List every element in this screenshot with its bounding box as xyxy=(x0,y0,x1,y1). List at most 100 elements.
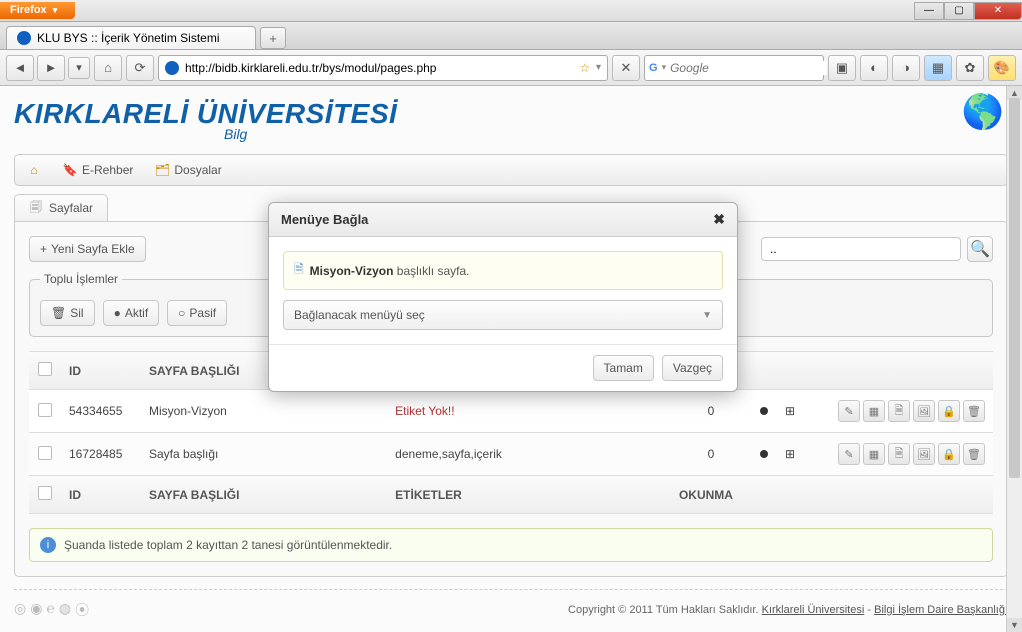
nav-forward-button[interactable]: ► xyxy=(37,55,65,81)
footer-link-2[interactable]: Bilgi İşlem Daire Başkanlığı xyxy=(874,604,1008,616)
nav-home[interactable]: ⌂ xyxy=(23,161,45,179)
firefox-menu-button[interactable]: Firefox xyxy=(0,2,75,19)
modal-cancel-label: Vazgeç xyxy=(673,361,712,375)
bulk-active-button[interactable]: ● Aktif xyxy=(103,300,160,326)
row-action-button[interactable]: 🔒 xyxy=(938,443,960,465)
new-page-button[interactable]: + Yeni Sayfa Ekle xyxy=(29,236,146,262)
badge-icon: ⦿ xyxy=(75,600,89,620)
copyright-text: Copyright © 2011 Tüm Hakları Saklıdır. xyxy=(568,604,759,616)
bulk-delete-button[interactable]: 🗑 Sil xyxy=(40,300,95,326)
row-action-button[interactable]: ▦ xyxy=(863,443,885,465)
row-action-button[interactable]: 🗎 xyxy=(888,443,910,465)
row-actions: ✎▦🗎🖼🔒🗑 xyxy=(811,443,985,465)
bookmark-star-icon[interactable]: ☆ xyxy=(579,61,590,75)
browser-search-input[interactable] xyxy=(670,61,827,75)
new-page-label: Yeni Sayfa Ekle xyxy=(51,242,135,256)
page-viewport: KIRKLARELİ ÜNİVERSİTESİ Bilg 🌎 ⌂ 🔖 E-Reh… xyxy=(0,86,1022,632)
table-search-button[interactable]: 🔍 xyxy=(967,236,993,262)
row-action-button[interactable]: 🖼 xyxy=(913,400,935,422)
window-minimize[interactable]: — xyxy=(914,2,944,20)
modal-header[interactable]: Menüye Bağla ✖ xyxy=(269,203,737,237)
addon-button-4[interactable]: ▦ xyxy=(924,55,952,81)
status-dot-icon xyxy=(760,407,768,415)
status-dot-icon xyxy=(760,450,768,458)
fcol-id: ID xyxy=(61,476,141,514)
trash-icon: 🗑 xyxy=(51,306,66,320)
addon-button-5[interactable]: ✿ xyxy=(956,55,984,81)
cell-tags: Etiket Yok!! xyxy=(387,390,671,433)
row-action-button[interactable]: 🗎 xyxy=(888,400,910,422)
row-action-button[interactable]: 🖼 xyxy=(913,443,935,465)
info-icon: i xyxy=(40,537,56,553)
urlbar-dropdown-icon[interactable]: ▾ xyxy=(596,62,601,73)
stop-button[interactable]: ✕ xyxy=(612,55,640,81)
modal-ok-button[interactable]: Tamam xyxy=(593,355,654,381)
plus-icon: + xyxy=(40,242,47,256)
modal-cancel-button[interactable]: Vazgeç xyxy=(662,355,723,381)
window-maximize[interactable]: ▢ xyxy=(944,2,974,20)
footer-link-1[interactable]: Kırklareli Üniversitesi xyxy=(762,604,865,616)
table-search-input[interactable] xyxy=(761,237,961,261)
url-input[interactable] xyxy=(185,61,573,75)
footer-badges: ◎ ◉ ℮ ◍ ⦿ xyxy=(14,600,89,620)
modal-close-button[interactable]: ✖ xyxy=(713,211,725,228)
row-action-button[interactable]: 🔒 xyxy=(938,400,960,422)
row-checkbox[interactable] xyxy=(38,446,52,460)
tab-title: KLU BYS :: İçerik Yönetim Sistemi xyxy=(37,31,220,45)
cell-id: 54334655 xyxy=(61,390,141,433)
circle-icon: ○ xyxy=(178,306,185,320)
addon-button-6[interactable]: 🎨 xyxy=(988,55,1016,81)
bulk-passive-button[interactable]: ○ Pasif xyxy=(167,300,227,326)
tab-sayfalar-label: Sayfalar xyxy=(49,201,93,215)
url-bar[interactable]: ☆ ▾ xyxy=(158,55,608,81)
addon-button-2[interactable]: ◐ xyxy=(860,55,888,81)
scroll-down-icon[interactable]: ▼ xyxy=(1007,618,1022,632)
row-action-button[interactable]: ✎ xyxy=(838,400,860,422)
addon-button-3[interactable]: ◑ xyxy=(892,55,920,81)
row-grid-button[interactable]: ⊞ xyxy=(785,447,795,461)
tab-sayfalar[interactable]: 🗐 Sayfalar xyxy=(14,194,108,221)
home-icon: ⌂ xyxy=(27,163,41,177)
cell-reads: 0 xyxy=(671,433,751,476)
row-action-button[interactable]: ▦ xyxy=(863,400,885,422)
row-grid-button[interactable]: ⊞ xyxy=(785,404,795,418)
new-tab-button[interactable]: + xyxy=(260,27,286,49)
nav-back-button[interactable]: ◄ xyxy=(6,55,34,81)
select-all-checkbox-footer[interactable] xyxy=(38,486,52,500)
modal-menu-select[interactable]: Bağlanacak menüyü seç ▼ xyxy=(283,300,723,330)
nav-dosyalar[interactable]: 🗂 Dosyalar xyxy=(151,161,225,179)
tab-favicon-icon xyxy=(17,31,31,45)
page-footer: ◎ ◉ ℮ ◍ ⦿ Copyright © 2011 Tüm Hakları S… xyxy=(14,589,1008,632)
browser-tab-active[interactable]: KLU BYS :: İçerik Yönetim Sistemi xyxy=(6,26,256,49)
browser-search-bar[interactable]: G ▾ 🔍 xyxy=(644,55,824,81)
reload-button[interactable]: ⟳ xyxy=(126,55,154,81)
cell-title: Misyon-Vizyon xyxy=(141,390,387,433)
scrollbar-thumb[interactable] xyxy=(1009,98,1020,478)
modal-title: Menüye Bağla xyxy=(281,212,368,227)
col-id[interactable]: ID xyxy=(61,351,141,390)
row-checkbox[interactable] xyxy=(38,403,52,417)
window-close[interactable]: ✕ xyxy=(974,2,1022,20)
nav-erehber-label: E-Rehber xyxy=(82,163,133,177)
cell-id: 16728485 xyxy=(61,433,141,476)
nav-erehber[interactable]: 🔖 E-Rehber xyxy=(59,161,137,179)
google-icon: G xyxy=(649,61,658,75)
row-action-button[interactable]: 🗑 xyxy=(963,400,985,422)
nav-history-dropdown[interactable]: ▾ xyxy=(68,57,90,79)
search-engine-dropdown-icon[interactable]: ▾ xyxy=(662,62,667,73)
home-button[interactable]: ⌂ xyxy=(94,55,122,81)
row-action-button[interactable]: 🗑 xyxy=(963,443,985,465)
bulk-passive-label: Pasif xyxy=(189,306,216,320)
fcol-tags: ETİKETLER xyxy=(387,476,671,514)
pages-icon: 🗐 xyxy=(29,201,43,215)
badge-icon: ℮ xyxy=(46,600,54,620)
modal-note-tail: başlıklı sayfa. xyxy=(393,264,469,278)
urlbar-favicon-icon xyxy=(165,61,179,75)
modal-footer: Tamam Vazgeç xyxy=(269,344,737,391)
vertical-scrollbar[interactable]: ▲ ▼ xyxy=(1006,86,1022,632)
addon-button-1[interactable]: ▣ xyxy=(828,55,856,81)
select-all-checkbox[interactable] xyxy=(38,362,52,376)
row-action-button[interactable]: ✎ xyxy=(838,443,860,465)
globe-icon: 🌎 xyxy=(962,92,1004,132)
window-controls: — ▢ ✕ xyxy=(914,2,1022,20)
